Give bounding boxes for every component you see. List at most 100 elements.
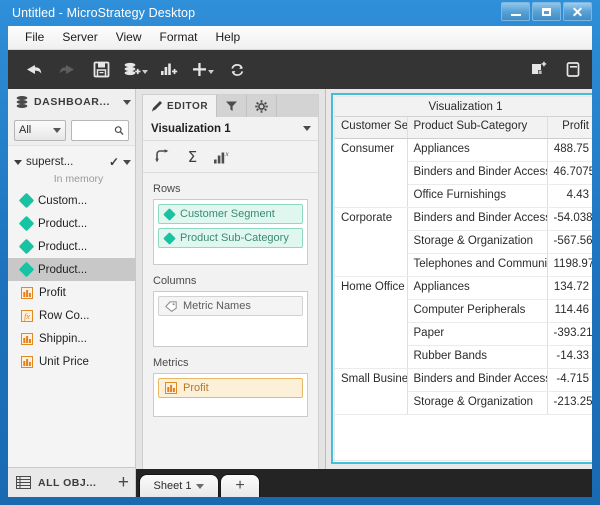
sheet-tab-label: Sheet 1 — [153, 480, 192, 492]
all-objects-bar[interactable]: ALL OBJ... + — [8, 467, 135, 497]
insert-button[interactable] — [186, 53, 220, 87]
refresh-icon — [230, 63, 243, 76]
cell-sub-category: Storage & Organization — [407, 230, 548, 254]
metrics-chip-profit[interactable]: Profit — [158, 378, 303, 398]
metric-icon — [21, 355, 33, 368]
metric-item-2[interactable]: Shippin... — [8, 327, 135, 350]
add-object-button[interactable]: + — [118, 473, 129, 492]
column-header-product-sub-category[interactable]: Product Sub-Category — [407, 117, 548, 139]
presentation-button[interactable] — [556, 53, 590, 87]
table-row[interactable]: Home Office Appliances 134.72 — [335, 275, 592, 369]
rows-section: Rows Customer Segment Product Sub-Catego… — [143, 173, 318, 265]
menu-server[interactable]: Server — [53, 27, 106, 48]
minimize-button[interactable] — [501, 2, 530, 21]
metric-item-3[interactable]: Unit Price — [8, 350, 135, 373]
editor-visualization-selector[interactable]: Visualization 1 — [143, 117, 318, 141]
close-button[interactable]: ✕ — [563, 2, 592, 21]
columns-chip-metric-names[interactable]: Metric Names — [158, 296, 303, 316]
menu-bar: File Server View Format Help — [8, 26, 592, 50]
dataset-row[interactable]: superst... ✓ — [8, 152, 135, 172]
redo-icon — [59, 64, 74, 74]
dataset-icon — [16, 96, 28, 108]
search-box[interactable] — [71, 119, 129, 141]
cell-profit: 1198.971 — [547, 253, 592, 277]
attribute-item-0[interactable]: Custom... — [8, 189, 135, 212]
cell-sub-category: Appliances — [407, 137, 548, 162]
dataset-menu-chevron-down-icon[interactable] — [123, 159, 131, 165]
column-header-customer-segment[interactable]: Customer Seg — [335, 117, 408, 139]
gear-icon — [255, 99, 269, 113]
add-visualization-button[interactable] — [152, 53, 186, 87]
add-data-button[interactable] — [118, 53, 152, 87]
metric-item-1[interactable]: fx Row Co... — [8, 304, 135, 327]
metric-icon — [165, 382, 177, 394]
dataset-panel-header[interactable]: DASHBOAR... — [8, 89, 135, 115]
undo-button[interactable] — [16, 53, 50, 87]
cell-profit: -14.33 — [547, 345, 592, 369]
derived-metric-icon: fx — [21, 309, 33, 322]
sheet-tab-chevron-down-icon[interactable] — [196, 483, 205, 489]
cell-profit: -393.21 — [547, 322, 592, 346]
metric-label: Shippin... — [39, 332, 87, 345]
chip-label: Product Sub-Category — [180, 232, 289, 244]
add-data-caret-icon — [141, 69, 148, 74]
table-row[interactable]: Corporate Binders and Binder Accessories… — [335, 206, 592, 277]
totals-sigma-icon[interactable]: Σ — [185, 149, 200, 165]
sheet-tab-1[interactable]: Sheet 1 — [140, 475, 218, 497]
panes-container: DASHBOAR... All superst... ✓ In memory C… — [8, 89, 592, 497]
metric-names-icon — [165, 300, 177, 312]
metrics-section-title: Metrics — [153, 357, 189, 369]
maximize-button[interactable] — [532, 2, 561, 21]
cell-segment: Home Office — [335, 275, 408, 369]
cell-segment: Small Business — [335, 367, 408, 415]
search-input[interactable] — [72, 123, 114, 137]
expand-collapse-icon[interactable] — [14, 159, 22, 165]
refresh-button[interactable] — [220, 53, 254, 87]
chevron-down-icon — [303, 126, 311, 131]
save-button[interactable] — [84, 53, 118, 87]
metric-icon — [21, 286, 33, 299]
add-panel-button[interactable] — [522, 53, 556, 87]
column-header-profit[interactable]: Profit — [547, 117, 592, 139]
rows-chip-product-sub-category[interactable]: Product Sub-Category — [158, 228, 303, 248]
rows-chip-customer-segment[interactable]: Customer Segment — [158, 204, 303, 224]
dataset-panel-chevron-down-icon[interactable] — [123, 99, 131, 105]
cell-sub-category: Rubber Bands — [407, 345, 548, 369]
columns-dropzone[interactable]: Metric Names — [153, 291, 308, 347]
cell-sub-category: Telephones and Communication — [407, 253, 548, 277]
metrics-dropzone[interactable]: Profit — [153, 373, 308, 417]
attribute-label: Product... — [38, 217, 88, 230]
visualization-container[interactable]: Visualization 1 Customer Seg Product Sub… — [331, 93, 592, 464]
metric-item-0[interactable]: Profit — [8, 281, 135, 304]
tab-filters[interactable] — [217, 95, 248, 117]
table-row[interactable]: Consumer Appliances 488.75 — [335, 137, 592, 208]
menu-file[interactable]: File — [16, 27, 53, 48]
main-toolbar — [8, 50, 592, 89]
subtotals-chart-icon[interactable]: x — [213, 149, 230, 165]
visualization-title: Visualization 1 — [335, 97, 592, 117]
close-icon: ✕ — [571, 3, 584, 20]
menu-help[interactable]: Help — [207, 27, 250, 48]
tab-editor[interactable]: EDITOR — [143, 95, 218, 117]
swap-rows-columns-icon[interactable] — [155, 148, 172, 165]
metric-icon — [21, 332, 33, 345]
attribute-icon — [163, 207, 176, 221]
dataset-filter-row: All — [8, 115, 135, 145]
search-icon — [114, 125, 124, 135]
header-row: Customer Seg Product Sub-Category Profit — [335, 117, 592, 139]
check-icon: ✓ — [108, 155, 119, 169]
cell-sub-category: Binders and Binder Accessories — [407, 367, 548, 392]
tab-properties[interactable] — [247, 95, 278, 117]
table-row[interactable]: Small Business Binders and Binder Access… — [335, 367, 592, 415]
menu-format[interactable]: Format — [150, 27, 206, 48]
attribute-item-3[interactable]: Product... — [8, 258, 135, 281]
svg-text:fx: fx — [24, 312, 30, 321]
redo-button[interactable] — [50, 53, 84, 87]
rows-dropzone[interactable]: Customer Segment Product Sub-Category — [153, 199, 308, 265]
menu-view[interactable]: View — [107, 27, 151, 48]
dataset-scope-select[interactable]: All — [14, 119, 66, 141]
attribute-item-1[interactable]: Product... — [8, 212, 135, 235]
attribute-item-2[interactable]: Product... — [8, 235, 135, 258]
metric-label: Row Co... — [39, 309, 90, 322]
add-sheet-button[interactable]: + — [221, 475, 259, 497]
